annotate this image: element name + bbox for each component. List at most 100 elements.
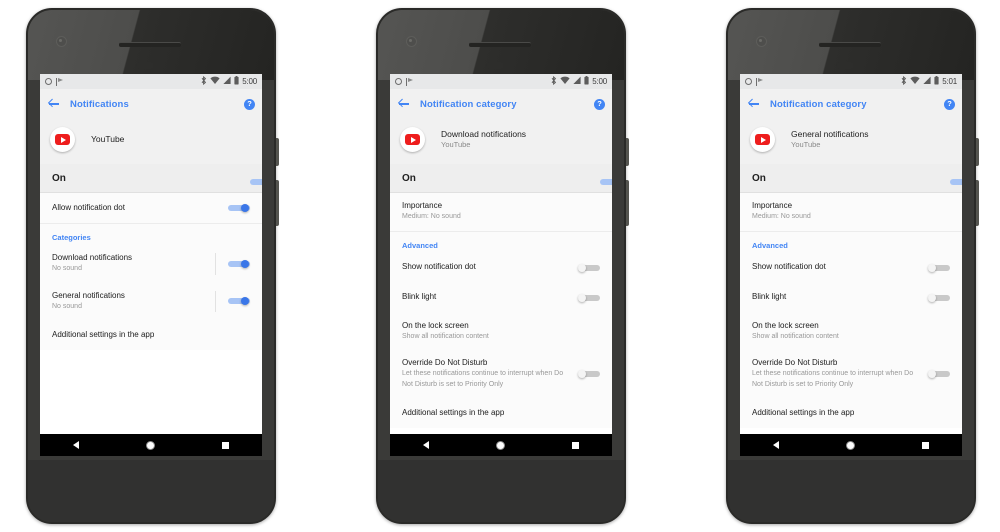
nav-home-icon[interactable] (145, 440, 155, 450)
app-header-subtitle: YouTube (791, 139, 821, 149)
navigation-bar (390, 434, 612, 456)
row-toggle[interactable] (928, 293, 950, 302)
list-item[interactable]: Additional settings in the app (740, 397, 962, 428)
row-toggle[interactable] (578, 263, 600, 272)
youtube-mark (55, 134, 70, 145)
status-bar-left-icons (395, 77, 414, 86)
dnd-circle-icon (45, 78, 52, 85)
row-toggle[interactable] (578, 369, 600, 378)
row-text: Additional settings in the app (752, 408, 950, 418)
back-arrow-icon[interactable] (47, 97, 61, 111)
list-item[interactable]: Override Do Not Disturb Let these notifi… (740, 350, 962, 398)
power-button[interactable] (976, 138, 979, 166)
battery-icon (234, 76, 239, 87)
row-title: Show notification dot (752, 262, 826, 272)
phone-chin (728, 460, 974, 522)
status-bar-clock: 5:00 (592, 77, 607, 86)
toggle-knob (928, 263, 936, 272)
nav-back-icon[interactable] (73, 441, 80, 449)
help-icon[interactable]: ? (244, 98, 255, 110)
power-button[interactable] (276, 138, 279, 166)
help-icon[interactable]: ? (594, 98, 605, 110)
list-item[interactable]: Blink light (740, 282, 962, 313)
row-title: Blink light (752, 292, 787, 302)
master-switch-row[interactable]: On (40, 164, 262, 193)
flag-icon (406, 77, 414, 86)
nav-recents-icon[interactable] (221, 441, 229, 449)
screenshot-stage: 5:00 Notifications ? YouTube On Allow no… (0, 0, 1000, 532)
row-text: General notifications No sound (52, 291, 215, 313)
section-header: Categories (40, 224, 262, 245)
list-item[interactable]: Blink light (390, 282, 612, 313)
status-bar-clock: 5:01 (942, 77, 957, 86)
play-triangle-icon (410, 136, 416, 143)
nav-recents-icon[interactable] (921, 441, 929, 449)
list-item[interactable]: Importance Medium: No sound (390, 193, 612, 232)
row-text: Allow notification dot (52, 203, 228, 213)
proximity-sensor (836, 62, 854, 69)
list-item[interactable]: Show notification dot (740, 252, 962, 283)
row-title: Allow notification dot (52, 202, 125, 212)
nav-home-icon[interactable] (845, 440, 855, 450)
bluetooth-icon (901, 75, 907, 87)
power-button[interactable] (626, 138, 629, 166)
list-item[interactable]: Importance Medium: No sound (740, 193, 962, 232)
status-bar-clock: 5:00 (242, 77, 257, 86)
row-toggle[interactable] (928, 263, 950, 272)
list-item[interactable]: On the lock screen Show all notification… (390, 312, 612, 351)
wifi-icon (910, 76, 920, 87)
list-item[interactable]: Download notifications No sound (40, 245, 262, 283)
phone-notifications: 5:00 Notifications ? YouTube On Allow no… (26, 8, 279, 524)
list-item[interactable]: General notifications No sound (40, 282, 262, 321)
row-toggle[interactable] (578, 293, 600, 302)
volume-button[interactable] (976, 180, 979, 226)
back-arrow-icon[interactable] (747, 97, 761, 111)
row-text: Importance Medium: No sound (752, 201, 950, 223)
back-arrow-icon[interactable] (397, 97, 411, 111)
phone-chin (378, 460, 624, 522)
row-toggle[interactable] (928, 369, 950, 378)
settings-list: Allow notification dot Categories Downlo… (40, 193, 262, 351)
list-item[interactable]: Additional settings in the app (390, 397, 612, 428)
row-text: Show notification dot (402, 262, 578, 272)
row-toggle[interactable] (228, 259, 250, 268)
row-title: Show notification dot (402, 262, 476, 272)
row-subtitle: Show all notification content (402, 332, 489, 340)
row-toggle[interactable] (228, 204, 250, 212)
dnd-circle-icon (745, 78, 752, 85)
app-header: Download notifications YouTube (390, 119, 612, 164)
master-switch-row[interactable]: On (740, 164, 962, 193)
row-text: Blink light (402, 292, 578, 302)
row-title: On the lock screen (402, 320, 469, 330)
row-text: Additional settings in the app (52, 330, 250, 340)
list-item[interactable]: On the lock screen Show all notification… (740, 312, 962, 351)
toggle-knob (241, 259, 249, 268)
list-item[interactable]: Show notification dot (390, 252, 612, 283)
volume-button[interactable] (276, 180, 279, 226)
nav-back-icon[interactable] (423, 441, 430, 449)
master-switch-row[interactable]: On (390, 164, 612, 193)
list-item[interactable]: Override Do Not Disturb Let these notifi… (390, 350, 612, 398)
row-title: Override Do Not Disturb (402, 358, 488, 368)
nav-home-icon[interactable] (495, 440, 505, 450)
front-camera-icon (406, 36, 417, 47)
list-item[interactable]: Allow notification dot (40, 193, 262, 224)
signal-icon (923, 76, 931, 87)
row-title: On the lock screen (752, 320, 819, 330)
help-icon[interactable]: ? (944, 98, 955, 110)
proximity-sensor (136, 62, 154, 69)
earpiece-speaker (119, 42, 181, 47)
row-title: Additional settings in the app (402, 407, 505, 417)
row-text: Override Do Not Disturb Let these notifi… (402, 358, 578, 390)
volume-button[interactable] (626, 180, 629, 226)
flag-icon (756, 77, 764, 86)
nav-back-icon[interactable] (773, 441, 780, 449)
toggle-knob (928, 369, 936, 378)
row-title: Additional settings in the app (52, 329, 155, 339)
nav-recents-icon[interactable] (571, 441, 579, 449)
row-toggle[interactable] (228, 297, 250, 306)
bluetooth-icon (551, 75, 557, 87)
wifi-icon (560, 76, 570, 87)
list-item[interactable]: Additional settings in the app (40, 320, 262, 351)
youtube-icon (50, 127, 75, 152)
